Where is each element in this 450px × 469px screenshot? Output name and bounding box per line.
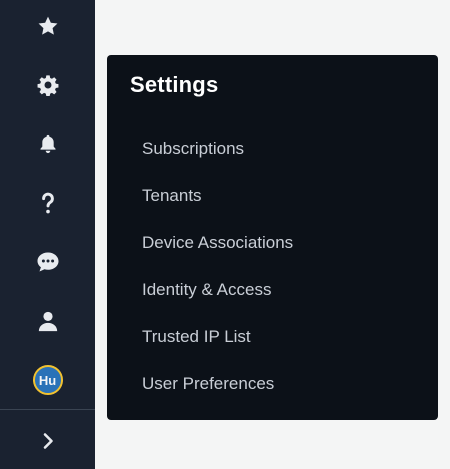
settings-menu: Subscriptions Tenants Device Association… xyxy=(107,125,438,407)
menu-item-tenants[interactable]: Tenants xyxy=(107,172,438,219)
gear-icon xyxy=(37,75,58,96)
profile-button[interactable] xyxy=(0,297,95,345)
star-icon xyxy=(38,16,57,35)
bell-icon xyxy=(39,134,56,154)
account-button[interactable]: Hu xyxy=(0,356,95,404)
messages-button[interactable] xyxy=(0,238,95,286)
sidebar-divider xyxy=(0,409,95,410)
settings-panel: Settings Subscriptions Tenants Device As… xyxy=(107,55,438,420)
notifications-button[interactable] xyxy=(0,120,95,168)
chevron-right-icon xyxy=(43,433,53,449)
menu-item-user-preferences[interactable]: User Preferences xyxy=(107,360,438,407)
panel-title: Settings xyxy=(130,72,219,97)
avatar: Hu xyxy=(32,365,63,395)
settings-button[interactable] xyxy=(0,61,95,109)
help-icon xyxy=(41,192,54,214)
menu-item-subscriptions[interactable]: Subscriptions xyxy=(107,125,438,172)
sidebar: Hu xyxy=(0,0,95,469)
favorites-button[interactable] xyxy=(0,2,95,50)
menu-item-identity-access[interactable]: Identity & Access xyxy=(107,266,438,313)
menu-item-trusted-ip-list[interactable]: Trusted IP List xyxy=(107,313,438,360)
expand-sidebar-button[interactable] xyxy=(0,417,95,465)
user-icon xyxy=(38,311,57,332)
menu-item-device-associations[interactable]: Device Associations xyxy=(107,219,438,266)
chat-icon xyxy=(37,252,58,272)
help-button[interactable] xyxy=(0,179,95,227)
